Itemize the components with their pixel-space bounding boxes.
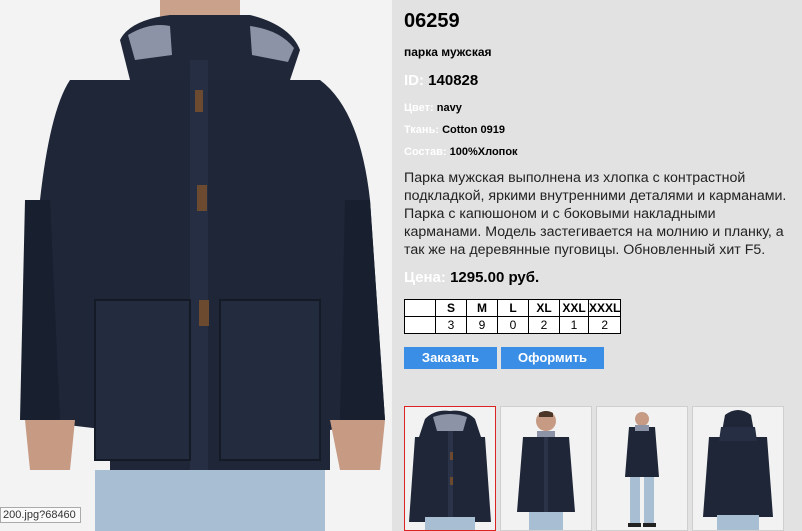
- id-value: 140828: [428, 72, 479, 89]
- size-quantity-cell: 9: [466, 316, 498, 334]
- composition-label: Состав:: [404, 146, 447, 158]
- size-table: S M L XL XXL XXXL 3 9 0 2 1 2: [404, 299, 622, 334]
- composition-value: 100%Хлопок: [449, 146, 518, 158]
- product-id-line: ID: 140828: [404, 72, 478, 89]
- size-header-cell: M: [466, 299, 498, 317]
- size-header-cell: XXXL: [587, 299, 622, 317]
- size-quantity-cell: 3: [435, 316, 467, 334]
- thumb-full-length[interactable]: [596, 406, 688, 531]
- size-quantity-row: 3 9 0 2 1 2: [404, 316, 622, 334]
- order-button[interactable]: Заказать: [404, 347, 497, 369]
- price-label: Цена:: [404, 269, 446, 286]
- quantity-corner-cell: [404, 316, 436, 334]
- price-line: Цена: 1295.00 руб.: [404, 269, 539, 286]
- image-url-tooltip: 200.jpg?68460: [0, 507, 81, 523]
- color-value: navy: [436, 102, 462, 114]
- color-line: Цвет: navy: [404, 102, 462, 114]
- fabric-value: Cotton 0919: [442, 124, 506, 136]
- checkout-button[interactable]: Оформить: [501, 347, 604, 369]
- size-quantity-cell: 1: [559, 316, 589, 334]
- fabric-label: Ткань:: [404, 124, 439, 136]
- product-description: Парка мужская выполнена из хлопка с конт…: [404, 170, 787, 258]
- size-header-cell: XXL: [559, 299, 589, 317]
- product-article: 06259: [404, 10, 460, 32]
- size-quantity-cell: 2: [528, 316, 560, 334]
- fabric-line: Ткань: Cotton 0919: [404, 124, 505, 136]
- size-header-cell: XL: [528, 299, 560, 317]
- size-header-cell: S: [435, 299, 467, 317]
- thumb-front-model[interactable]: [500, 406, 592, 531]
- id-label: ID:: [404, 72, 424, 89]
- thumb-front-closeup[interactable]: [404, 406, 496, 531]
- thumb-back-view[interactable]: [692, 406, 784, 531]
- price-value: 1295.00 руб.: [450, 269, 540, 286]
- main-product-photo[interactable]: 200.jpg?68460: [0, 0, 392, 531]
- composition-line: Состав: 100%Хлопок: [404, 146, 518, 158]
- color-label: Цвет:: [404, 102, 434, 114]
- product-subtitle: парка мужская: [404, 45, 492, 59]
- size-quantity-cell: 2: [587, 316, 622, 334]
- size-quantity-cell: 0: [497, 316, 529, 334]
- size-header-cell: L: [497, 299, 529, 317]
- size-header-row: S M L XL XXL XXXL: [404, 299, 622, 317]
- size-corner-cell: [404, 299, 436, 317]
